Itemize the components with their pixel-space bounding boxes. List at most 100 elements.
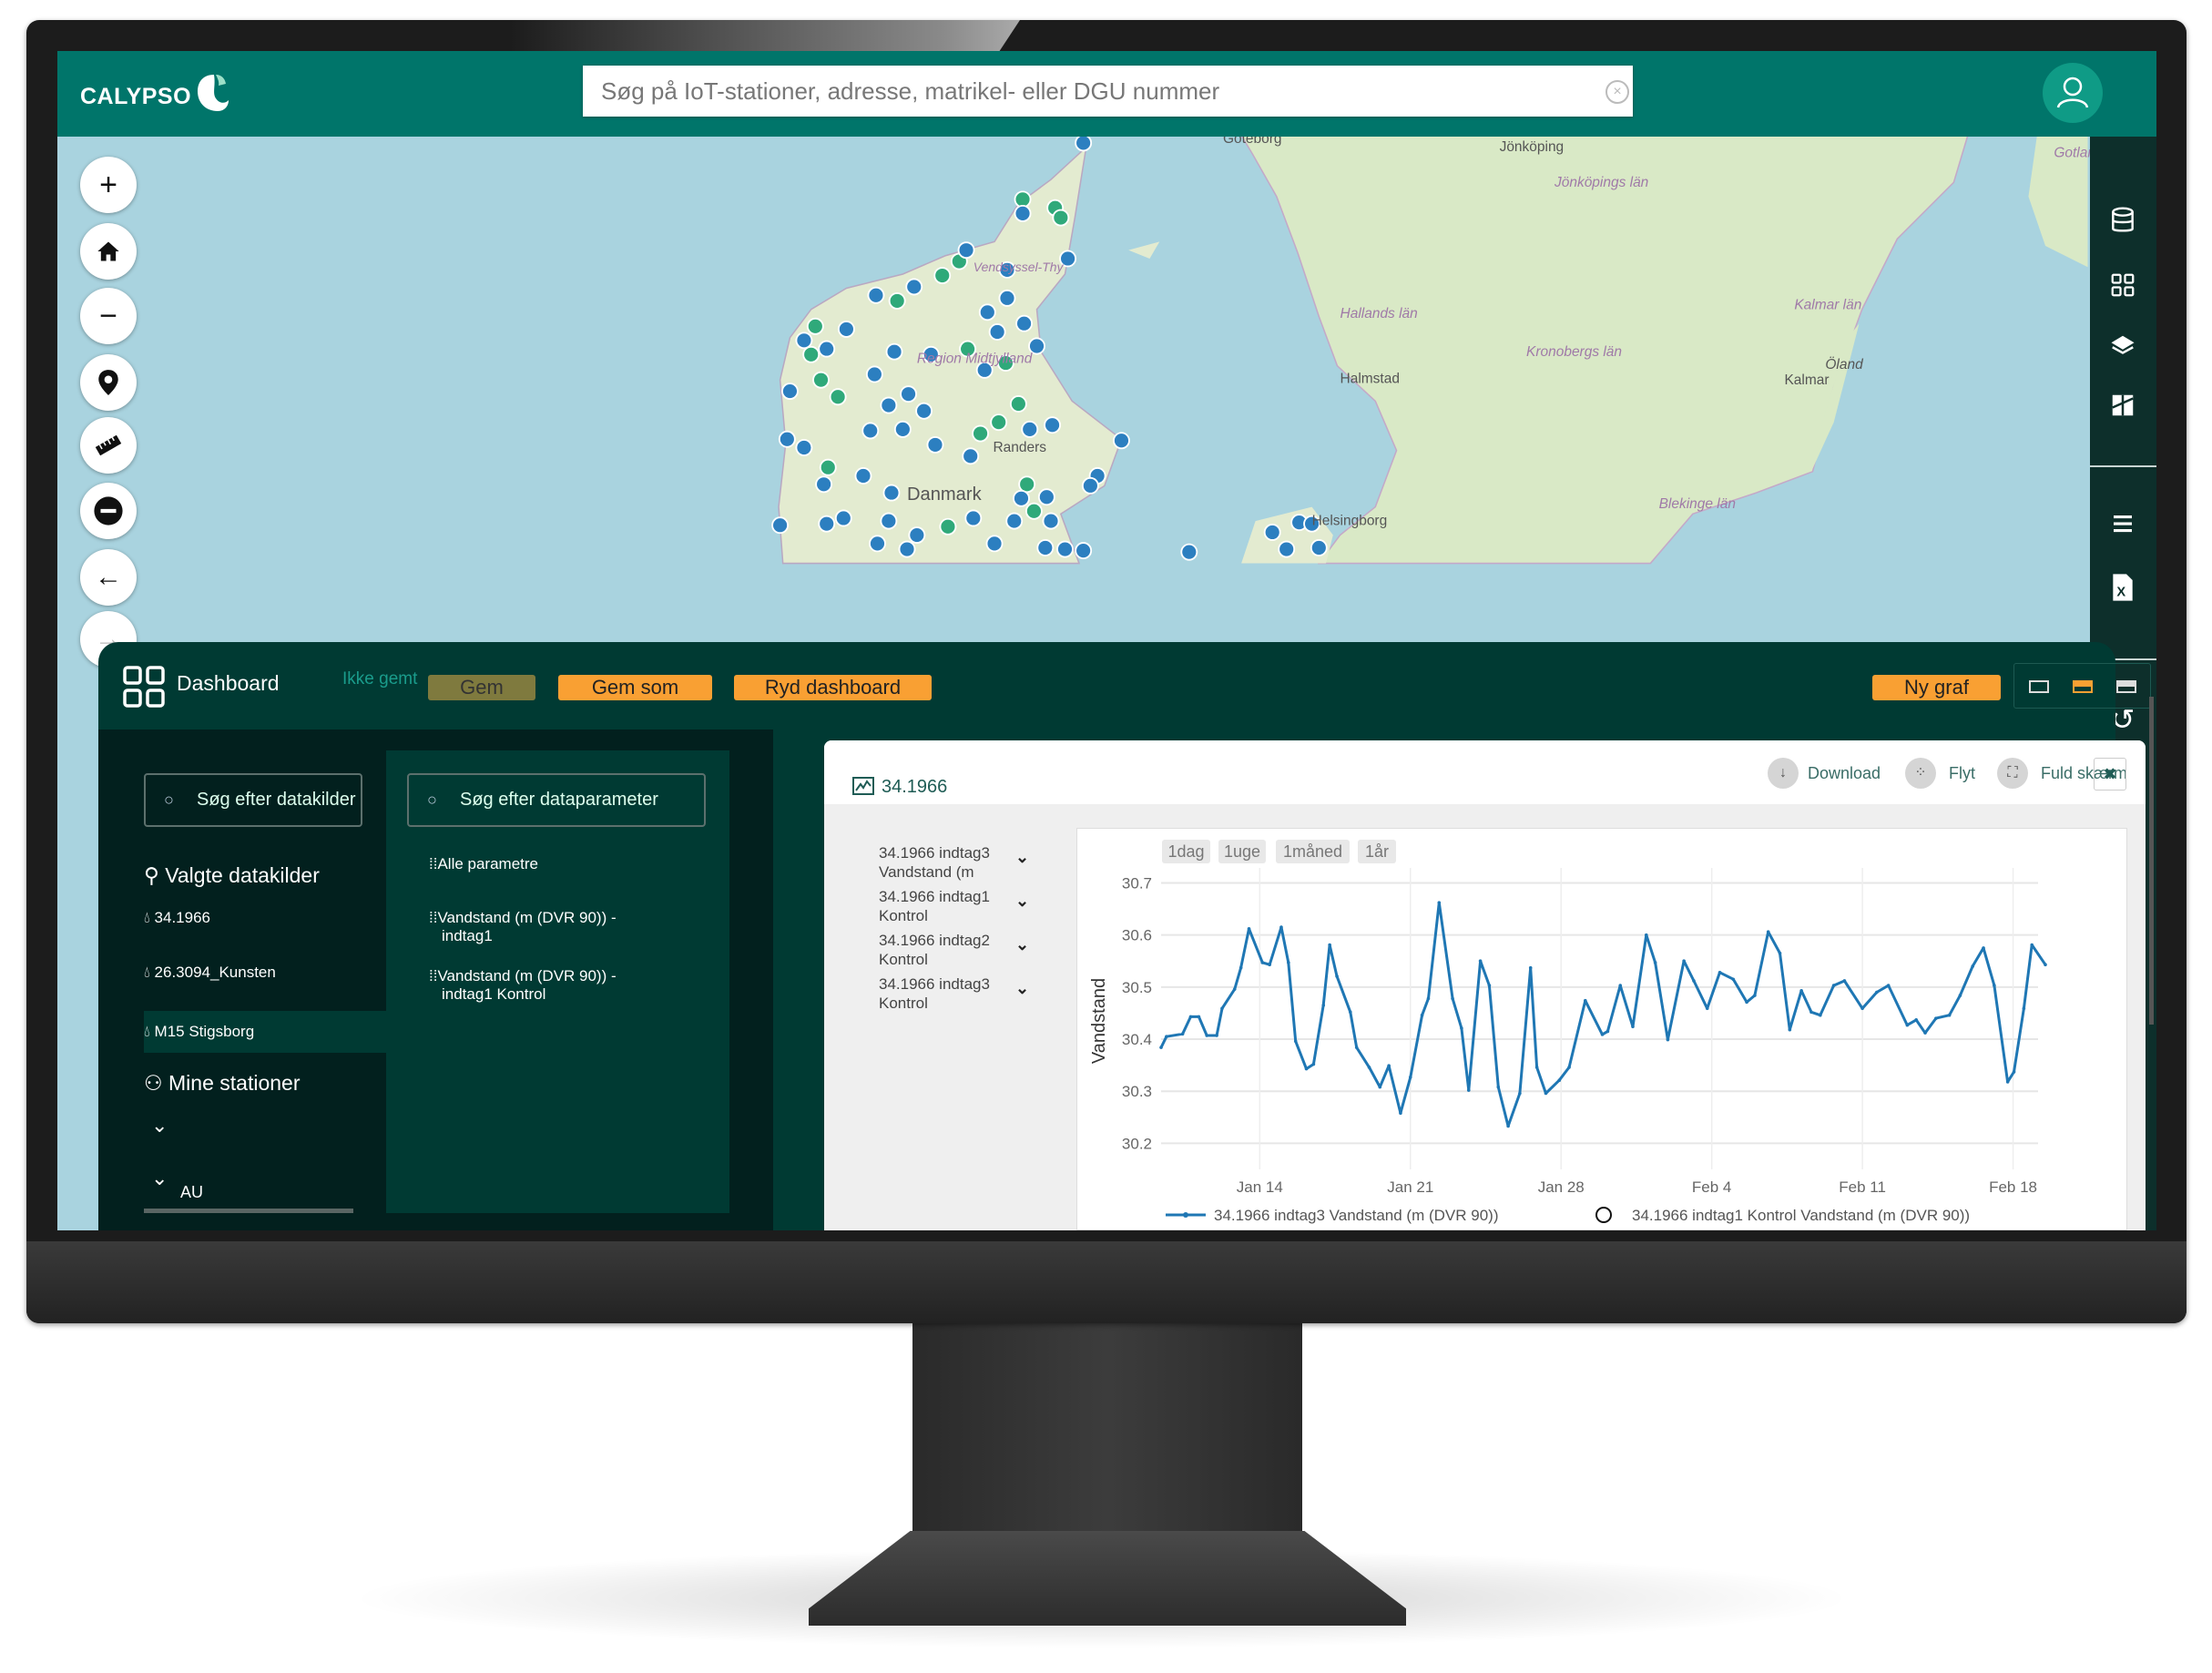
user-avatar-button[interactable] [2043, 63, 2103, 123]
chevron-down-icon[interactable]: ⌄ [1015, 935, 1029, 954]
back-button[interactable]: ← [80, 549, 137, 606]
station-marker[interactable] [905, 278, 923, 296]
filter-list-button[interactable] [2105, 505, 2141, 542]
station-marker[interactable] [962, 447, 980, 465]
station-marker[interactable] [1036, 539, 1055, 556]
move-icon[interactable]: ⁘ [1905, 758, 1936, 789]
station-marker[interactable] [972, 424, 990, 443]
series-item[interactable]: 34.1966 indtag3 Kontrol [879, 974, 1006, 1013]
station-marker[interactable] [829, 388, 847, 406]
series-item[interactable]: 34.1966 indtag3 Vandstand (m [879, 843, 1006, 882]
station-marker[interactable] [1052, 209, 1070, 227]
station-marker[interactable] [778, 430, 796, 448]
station-marker[interactable] [812, 371, 830, 389]
station-marker[interactable] [1037, 488, 1055, 506]
station-marker[interactable] [861, 422, 880, 440]
my-stations-heading[interactable]: ⚇ Mine stationer [144, 1071, 300, 1096]
station-marker[interactable] [1278, 540, 1296, 558]
scrollbar[interactable] [144, 1209, 353, 1213]
datasource-search-input[interactable]: ○ Søg efter datakilder [144, 773, 362, 827]
home-button[interactable] [80, 223, 137, 280]
station-marker[interactable] [771, 516, 790, 535]
station-marker[interactable] [1024, 502, 1043, 520]
measure-button[interactable] [80, 417, 137, 474]
station-marker[interactable] [1042, 512, 1060, 530]
map-split-button[interactable] [2105, 387, 2141, 423]
save-button[interactable]: Gem [428, 675, 535, 700]
station-marker[interactable] [1009, 395, 1027, 413]
chevron-down-icon[interactable]: ⌄ [1015, 848, 1029, 867]
series-line[interactable] [1159, 901, 2047, 1127]
map[interactable]: Göteborg Jönköping Jönköpings län Hallan… [57, 51, 2145, 647]
station-marker[interactable] [802, 345, 821, 363]
station-marker[interactable] [985, 535, 1004, 553]
station-marker[interactable] [1081, 476, 1099, 495]
parameter-item[interactable]: ⁞⁞Vandstand (m (DVR 90)) - indtag1 [429, 909, 617, 945]
station-marker[interactable] [819, 458, 837, 476]
expand-chevron-icon[interactable]: ⌄ [151, 1114, 168, 1137]
station-marker[interactable] [1018, 475, 1036, 494]
station-marker[interactable] [908, 526, 926, 545]
station-marker[interactable] [900, 385, 918, 403]
clear-search-icon[interactable]: × [1605, 80, 1629, 104]
station-marker[interactable] [1014, 190, 1032, 209]
station-marker[interactable] [888, 291, 906, 310]
station-marker[interactable] [834, 509, 852, 527]
zoom-out-button[interactable]: − [80, 288, 137, 344]
station-marker[interactable] [915, 402, 933, 420]
station-marker[interactable] [869, 535, 886, 553]
station-marker[interactable] [1014, 204, 1032, 222]
station-marker[interactable] [964, 509, 983, 527]
station-marker[interactable] [867, 286, 885, 304]
datasource-item-selected[interactable]: 💧︎ M15 Stigsborg [144, 1011, 387, 1053]
download-button[interactable]: Download [1808, 764, 1881, 783]
move-button[interactable]: Flyt [1949, 764, 1975, 783]
station-marker[interactable] [893, 420, 912, 438]
download-icon[interactable]: ↓ [1768, 758, 1799, 789]
new-chart-button[interactable]: Ny graf [1872, 675, 2001, 700]
station-marker[interactable] [818, 515, 836, 533]
station-marker[interactable] [926, 435, 944, 454]
station-marker[interactable] [957, 241, 975, 260]
station-marker[interactable] [1075, 542, 1093, 560]
datasource-item[interactable]: 💧︎ 34.1966 [144, 909, 210, 927]
layout-single-icon[interactable] [2029, 680, 2049, 693]
parameter-item[interactable]: ⁞⁞Alle parametre [429, 855, 538, 873]
line-chart[interactable]: 30.2 30.3 30.4 30.5 30.6 30.7 Jan 14 Jan 21 Jan… [1077, 829, 2128, 1230]
station-marker[interactable] [1005, 512, 1024, 530]
station-marker[interactable] [882, 484, 901, 502]
station-marker[interactable] [1180, 543, 1198, 561]
group-au[interactable]: AU [180, 1183, 203, 1202]
map-canvas[interactable]: Göteborg Jönköping Jönköpings län Hallan… [57, 51, 2145, 647]
station-marker[interactable] [1015, 314, 1034, 332]
parameter-search-input[interactable]: ○ Søg efter dataparameter [407, 773, 706, 827]
datasource-item[interactable]: 💧︎ 26.3094_Kunsten [144, 964, 276, 982]
station-marker[interactable] [990, 413, 1008, 432]
chevron-down-icon[interactable]: ⌄ [1015, 979, 1029, 998]
station-marker[interactable] [1310, 539, 1328, 556]
search-input[interactable]: Søg på IoT-stationer, adresse, matrikel-… [583, 66, 1633, 117]
database-button[interactable] [2105, 202, 2141, 239]
station-marker[interactable] [939, 517, 957, 536]
layout-full-icon[interactable] [2116, 680, 2136, 693]
station-marker[interactable] [880, 512, 898, 530]
station-marker[interactable] [885, 342, 903, 361]
station-marker[interactable] [795, 439, 813, 456]
zoom-in-button[interactable]: + [80, 157, 137, 213]
dashboard-grid-button[interactable] [2105, 267, 2141, 303]
save-as-button[interactable]: Gem som [558, 675, 712, 700]
station-marker[interactable] [806, 317, 824, 335]
station-marker[interactable] [1013, 489, 1030, 507]
station-marker[interactable] [1056, 540, 1074, 558]
station-marker[interactable] [818, 340, 836, 358]
close-chart-button[interactable]: ✖ [2094, 758, 2126, 791]
station-marker[interactable] [933, 267, 952, 284]
series-item[interactable]: 34.1966 indtag2 Kontrol [879, 931, 1006, 969]
station-marker[interactable] [880, 396, 898, 414]
station-marker[interactable] [1021, 420, 1039, 438]
excel-export-button[interactable]: X [2105, 569, 2141, 606]
station-marker[interactable] [865, 365, 883, 383]
station-marker[interactable] [988, 323, 1006, 341]
station-marker[interactable] [978, 303, 996, 321]
series-item[interactable]: 34.1966 indtag1 Kontrol [879, 887, 1006, 925]
